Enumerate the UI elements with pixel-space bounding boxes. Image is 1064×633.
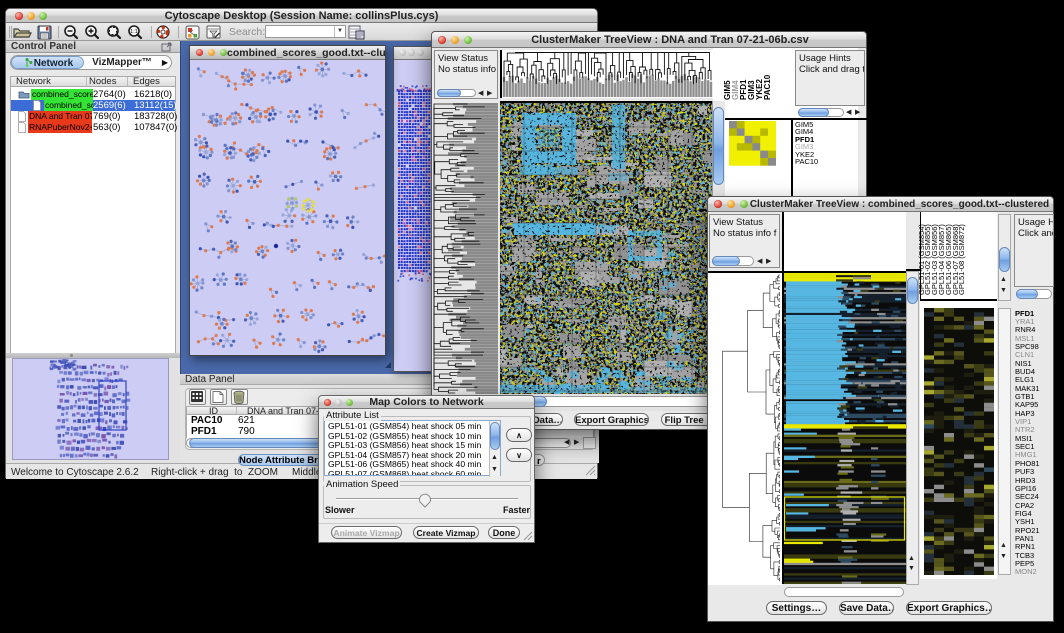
svg-text:Search:: Search: bbox=[229, 26, 265, 38]
